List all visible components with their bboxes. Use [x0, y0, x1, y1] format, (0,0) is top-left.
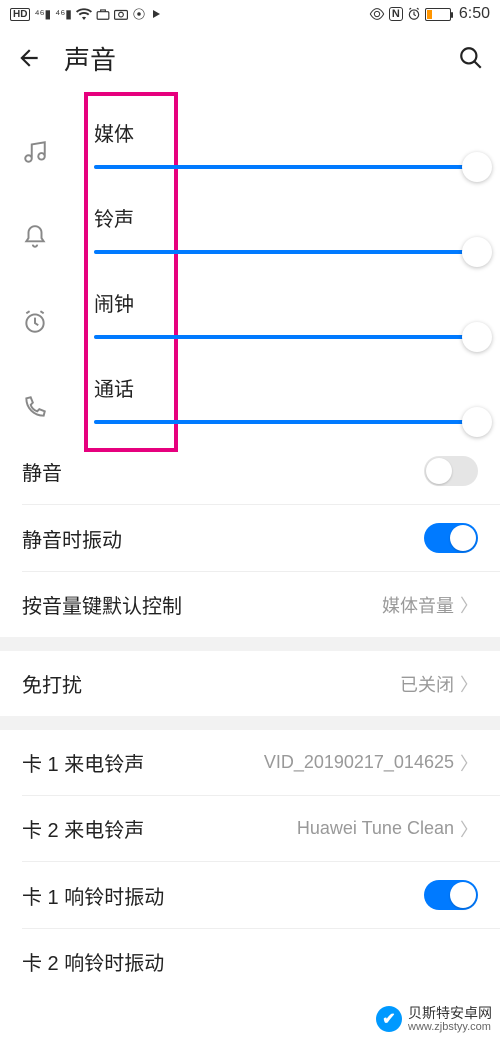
chevron-right-icon: 〉	[460, 592, 478, 618]
sim2-ringtone-label: 卡 2 来电铃声	[22, 814, 144, 843]
mute-row[interactable]: 静音	[0, 438, 500, 504]
search-button[interactable]	[452, 45, 484, 71]
chevron-right-icon: 〉	[460, 816, 478, 842]
header: 声音	[0, 28, 500, 88]
slider-thumb[interactable]	[462, 152, 492, 182]
sim1-ringtone-label: 卡 1 来电铃声	[22, 748, 144, 777]
sim1-ringtone-row[interactable]: 卡 1 来电铃声 VID_20190217_014625 〉	[0, 730, 500, 795]
call-volume-slider[interactable]	[94, 420, 478, 424]
music-icon	[22, 139, 62, 169]
default-volume-key-value: 媒体音量	[382, 592, 454, 618]
play-icon	[150, 8, 162, 20]
alarm-volume-label: 闹钟	[94, 288, 478, 317]
sim2-vibrate-label: 卡 2 响铃时振动	[22, 947, 164, 976]
mute-toggle[interactable]	[424, 456, 478, 486]
back-button[interactable]	[16, 45, 48, 71]
volume-sliders: 媒体 铃声 闹钟 通话	[0, 88, 500, 438]
alarm-volume-slider[interactable]	[94, 335, 478, 339]
watermark-name: 贝斯特安卓网	[408, 1006, 492, 1021]
chevron-right-icon: 〉	[460, 750, 478, 776]
eye-icon	[369, 8, 385, 20]
status-right: N 6:50	[369, 5, 490, 23]
vibrate-on-mute-label: 静音时振动	[22, 524, 122, 553]
sim2-ringtone-row[interactable]: 卡 2 来电铃声 Huawei Tune Clean 〉	[0, 796, 500, 861]
slider-thumb[interactable]	[462, 407, 492, 437]
watermark-url: www.zjbstyy.com	[408, 1021, 492, 1033]
vibrate-on-mute-row[interactable]: 静音时振动	[0, 505, 500, 571]
status-bar: HD ⁴⁶▮ ⁴⁶▮ N 6:50	[0, 0, 500, 28]
chevron-right-icon: 〉	[460, 671, 478, 697]
sim2-vibrate-row[interactable]: 卡 2 响铃时振动	[0, 929, 500, 986]
sim1-vibrate-toggle[interactable]	[424, 880, 478, 910]
dnd-value: 已关闭	[400, 671, 454, 697]
page-title: 声音	[64, 40, 452, 77]
alarm-volume-row: 闹钟	[0, 268, 500, 353]
media-volume-slider[interactable]	[94, 165, 478, 169]
watermark-logo-icon: ✔	[376, 1006, 402, 1032]
settings-list: 静音 静音时振动 按音量键默认控制 媒体音量〉 免打扰 已关闭〉 卡 1 来电铃…	[0, 438, 500, 986]
alarm-icon	[407, 7, 421, 21]
signal-1-icon: ⁴⁶▮	[34, 7, 51, 21]
nfc-icon: N	[389, 7, 403, 21]
battery-icon	[425, 8, 451, 21]
status-left: HD ⁴⁶▮ ⁴⁶▮	[10, 7, 162, 21]
bell-icon	[22, 224, 62, 254]
watermark: ✔ 贝斯特安卓网 www.zjbstyy.com	[376, 1006, 492, 1033]
sim2-ringtone-value: Huawei Tune Clean	[297, 818, 454, 839]
slider-thumb[interactable]	[462, 237, 492, 267]
slider-thumb[interactable]	[462, 322, 492, 352]
vibrate-on-mute-toggle[interactable]	[424, 523, 478, 553]
call-volume-label: 通话	[94, 373, 478, 402]
alarm-clock-icon	[22, 309, 62, 339]
default-volume-key-row[interactable]: 按音量键默认控制 媒体音量〉	[0, 572, 500, 637]
briefcase-icon	[96, 8, 110, 20]
sim1-vibrate-row[interactable]: 卡 1 响铃时振动	[0, 862, 500, 928]
sync-icon	[132, 7, 146, 21]
dnd-row[interactable]: 免打扰 已关闭〉	[0, 651, 500, 716]
wifi-icon	[76, 8, 92, 20]
media-volume-label: 媒体	[94, 118, 478, 147]
camera-icon	[114, 8, 128, 20]
dnd-label: 免打扰	[22, 669, 82, 698]
call-volume-row: 通话	[0, 353, 500, 438]
ringtone-volume-slider[interactable]	[94, 250, 478, 254]
signal-2-icon: ⁴⁶▮	[55, 7, 72, 21]
phone-icon	[22, 394, 62, 424]
mute-label: 静音	[22, 457, 62, 486]
ringtone-volume-row: 铃声	[0, 183, 500, 268]
media-volume-row: 媒体	[0, 98, 500, 183]
sim1-ringtone-value: VID_20190217_014625	[264, 752, 454, 773]
default-volume-key-label: 按音量键默认控制	[22, 590, 182, 619]
ringtone-volume-label: 铃声	[94, 203, 478, 232]
clock-text: 6:50	[459, 5, 490, 23]
hd-icon: HD	[10, 8, 30, 21]
sim1-vibrate-label: 卡 1 响铃时振动	[22, 881, 164, 910]
